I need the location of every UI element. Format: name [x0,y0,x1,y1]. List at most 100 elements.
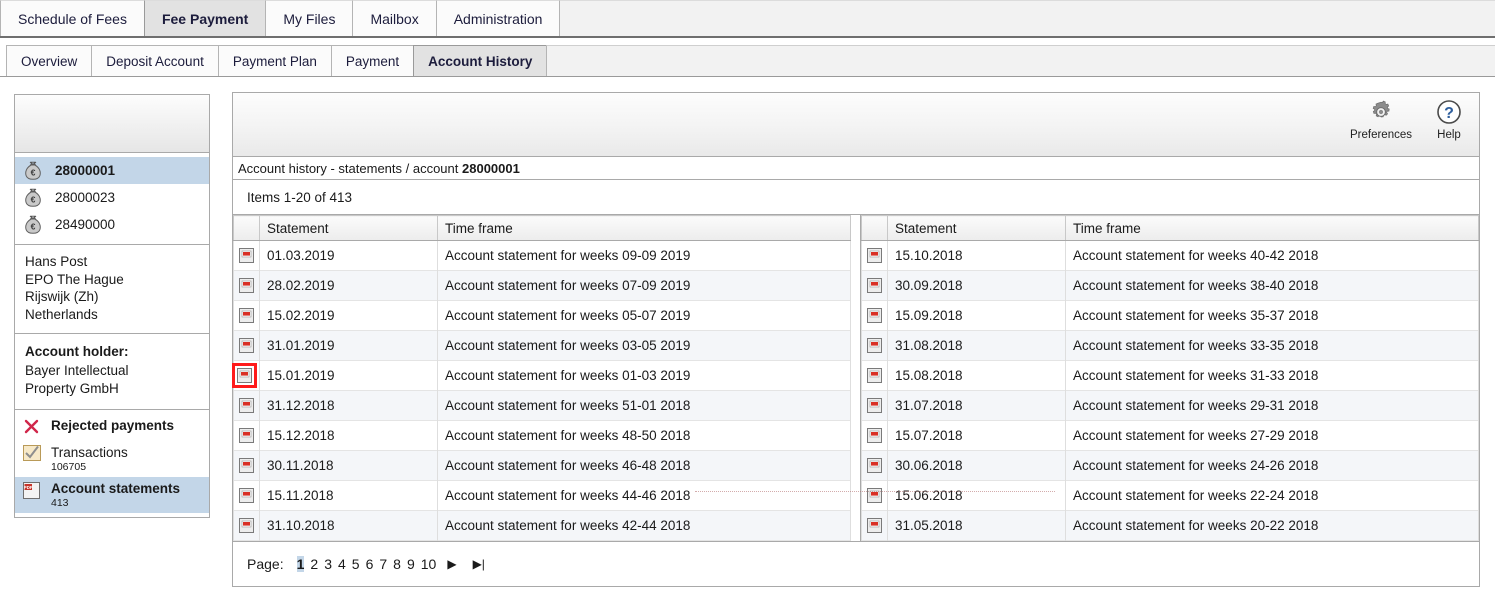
table-row[interactable]: 31.05.2018 Account statement for weeks 20… [860,510,1479,541]
table-row[interactable]: 15.08.2018 Account statement for weeks 31… [860,360,1479,391]
statement-pdf-cell[interactable] [860,390,888,421]
pdf-icon[interactable] [239,458,254,474]
pdf-icon[interactable] [239,248,254,264]
pdf-icon[interactable] [239,518,254,534]
main-tab-my-files[interactable]: My Files [265,0,354,36]
account-item-28000001[interactable]: €28000001 [15,157,209,184]
page-number-2[interactable]: 2 [310,556,318,572]
page-number-3[interactable]: 3 [324,556,332,572]
statement-pdf-cell[interactable] [233,450,260,481]
main-tab-schedule-of-fees[interactable]: Schedule of Fees [0,0,145,36]
pdf-icon[interactable] [866,248,882,264]
pdf-icon[interactable] [239,278,254,294]
sub-tab-filler [546,45,1495,76]
sidebar-nav-transactions[interactable]: Transactions 106705 [15,441,209,477]
table-row[interactable]: 15.09.2018 Account statement for weeks 35… [860,300,1479,331]
page-number-5[interactable]: 5 [352,556,360,572]
table-row[interactable]: 15.10.2018 Account statement for weeks 40… [860,240,1479,271]
page-number-4[interactable]: 4 [338,556,346,572]
column-header-time-frame[interactable]: Time frame [437,215,851,241]
pdf-icon[interactable] [866,458,882,474]
sub-tab-overview[interactable]: Overview [6,45,93,76]
table-row[interactable]: 01.03.2019 Account statement for weeks 09… [233,240,851,271]
statement-pdf-cell[interactable] [233,240,260,271]
page-number-10[interactable]: 10 [421,556,437,572]
pdf-icon[interactable] [866,488,882,504]
sub-tab-payment[interactable]: Payment [330,45,415,76]
pdf-icon[interactable] [239,488,254,504]
statement-pdf-cell[interactable] [860,420,888,451]
address-line: Hans Post [25,254,88,269]
page-number-9[interactable]: 9 [407,556,415,572]
column-header-statement[interactable]: Statement [887,215,1066,241]
sub-tab-account-history[interactable]: Account History [413,45,548,76]
table-row[interactable]: 15.01.2019 Account statement for weeks 01… [232,360,851,391]
main-tab-fee-payment[interactable]: Fee Payment [143,0,267,36]
page-number-7[interactable]: 7 [379,556,387,572]
account-holder-line: Bayer Intellectual [25,363,129,378]
table-row[interactable]: 15.06.2018 Account statement for weeks 22… [860,480,1479,511]
table-row[interactable]: 15.07.2018 Account statement for weeks 27… [860,420,1479,451]
table-row[interactable]: 31.12.2018 Account statement for weeks 51… [233,390,851,421]
account-item-28000023[interactable]: €28000023 [15,184,209,211]
statement-pdf-cell[interactable] [860,330,888,361]
pdf-icon[interactable] [866,308,882,324]
pdf-icon[interactable] [866,398,882,414]
sub-tab-bar: Overview Deposit Account Payment Plan Payme… [0,44,1495,77]
table-row[interactable]: 31.10.2018 Account statement for weeks 42… [233,510,851,541]
statement-pdf-cell[interactable] [860,300,888,331]
table-row[interactable]: 30.11.2018 Account statement for weeks 46… [233,450,851,481]
pdf-icon[interactable] [866,518,882,534]
pdf-icon[interactable] [237,367,252,383]
table-row[interactable]: 28.02.2019 Account statement for weeks 07… [233,270,851,301]
table-row[interactable]: 31.07.2018 Account statement for weeks 29… [860,390,1479,421]
main-tab-administration[interactable]: Administration [435,0,561,36]
help-button[interactable]: ? Help [1427,99,1471,141]
pdf-icon[interactable] [239,338,254,354]
column-header-time-frame[interactable]: Time frame [1065,215,1479,241]
sidebar-nav-rejected-payments[interactable]: Rejected payments [15,414,209,441]
pdf-icon[interactable] [239,428,254,444]
sidebar-nav-account-statements[interactable]: PDF Account statements 413 [15,477,209,513]
statement-pdf-cell[interactable] [233,420,260,451]
next-page-icon[interactable]: ▶ [447,557,456,571]
pdf-icon[interactable] [866,278,882,294]
statement-pdf-cell[interactable] [860,450,888,481]
statement-pdf-cell[interactable] [860,480,888,511]
statement-pdf-cell[interactable] [860,240,888,271]
main-tab-mailbox[interactable]: Mailbox [352,0,437,36]
statement-pdf-cell[interactable] [860,270,888,301]
last-page-icon[interactable]: ▶| [473,557,485,571]
table-row[interactable]: 15.11.2018 Account statement for weeks 44… [233,480,851,511]
page-number-8[interactable]: 8 [393,556,401,572]
table-row[interactable]: 30.09.2018 Account statement for weeks 38… [860,270,1479,301]
statement-pdf-cell[interactable] [233,330,260,361]
table-row[interactable]: 15.12.2018 Account statement for weeks 48… [233,420,851,451]
table-row[interactable]: 31.08.2018 Account statement for weeks 33… [860,330,1479,361]
pdf-icon[interactable] [866,428,882,444]
statement-pdf-cell[interactable] [860,510,888,541]
sub-tab-payment-plan[interactable]: Payment Plan [217,45,332,76]
statement-pdf-cell[interactable] [232,360,260,391]
statement-pdf-cell[interactable] [233,270,260,301]
pdf-icon[interactable] [239,398,254,414]
statement-pdf-cell[interactable] [233,390,260,421]
column-header-statement[interactable]: Statement [259,215,438,241]
statement-pdf-cell[interactable] [233,300,260,331]
statement-pdf-cell[interactable] [860,360,888,391]
page-number-6[interactable]: 6 [366,556,374,572]
pdf-icon[interactable] [866,368,882,384]
statement-pdf-cell[interactable] [233,480,260,511]
sub-tab-deposit-account[interactable]: Deposit Account [91,45,219,76]
statements-table-right-wrap: Statement Time frame 15.10.2018 Account s… [860,215,1479,541]
table-row[interactable]: 30.06.2018 Account statement for weeks 24… [860,450,1479,481]
preferences-button[interactable]: Preferences [1349,99,1413,141]
statement-pdf-cell[interactable] [233,510,260,541]
pdf-icon[interactable] [866,338,882,354]
account-item-28490000[interactable]: €28490000 [15,211,209,238]
table-row[interactable]: 15.02.2019 Account statement for weeks 05… [233,300,851,331]
statement-time-frame-cell: Account statement for weeks 07-09 2019 [437,270,851,301]
table-row[interactable]: 31.01.2019 Account statement for weeks 03… [233,330,851,361]
page-number-1[interactable]: 1 [296,556,305,572]
pdf-icon[interactable] [239,308,254,324]
